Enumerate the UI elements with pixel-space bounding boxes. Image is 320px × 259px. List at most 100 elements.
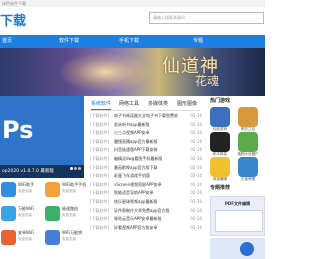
search-input[interactable]: 请输入搜索关键词 xyxy=(149,12,264,24)
wifi-icon xyxy=(45,206,60,221)
news-row[interactable]: [下载软件] 快乐星球视频app最新版 02-16 xyxy=(88,198,202,207)
news-row[interactable]: [下载软件] 幽精灵dwg看图手机最新版 02-16 xyxy=(88,155,202,164)
slide-dot[interactable] xyxy=(74,167,77,170)
news-title[interactable]: 抖音极速版APP下载安装 xyxy=(114,146,178,155)
slide-dot[interactable] xyxy=(70,167,73,170)
news-category[interactable]: [下载软件] xyxy=(90,215,109,224)
news-title[interactable]: 电子书阅读器大全电子书下载免费软件 xyxy=(114,112,178,121)
news-title[interactable]: 好看视频APP官方版安卓 xyxy=(114,224,178,233)
news-row[interactable]: [下载软件] 电子书阅读器大全电子书下载免费软件 02-16 xyxy=(88,112,202,121)
news-row[interactable]: [下载软件] 若米听书app最新版 02-16 xyxy=(88,121,202,130)
news-category[interactable]: [下载软件] xyxy=(90,164,109,173)
soft-name[interactable]: 安卓WiFi xyxy=(18,230,42,236)
soft-item[interactable]: 安卓WiFi 免费安装 xyxy=(0,228,42,248)
game-icon[interactable] xyxy=(238,132,258,152)
nav-item-mobile[interactable]: 手机下载 xyxy=(119,35,139,48)
news-category[interactable]: [下载软件] xyxy=(90,146,109,155)
news-category[interactable]: [下载软件] xyxy=(90,224,109,233)
news-row[interactable]: [下载软件] vScreen视频投屏APP安卓 02-16 xyxy=(88,181,202,190)
soft-name[interactable]: WiFi助手 xyxy=(18,182,42,188)
nav-item-home[interactable]: 首页 xyxy=(2,35,12,48)
news-title[interactable]: 若米听书app最新版 xyxy=(114,121,178,130)
news-row[interactable]: [下载软件] 小三点视频APP安卓 02-16 xyxy=(88,129,202,138)
soft-item[interactable]: WiFi助手 免费安装 xyxy=(0,180,42,200)
soft-name[interactable]: WiFi助手手机 xyxy=(62,182,86,188)
news-date: 02-16 xyxy=(190,207,202,213)
news-row[interactable]: [下载软件] 番茄影视app官方版下载 02-16 xyxy=(88,164,202,173)
news-category[interactable]: [下载软件] xyxy=(90,189,109,198)
soft-name[interactable]: 极速路由 xyxy=(62,206,86,212)
main-nav: 首页 软件下载 手机下载 专题 xyxy=(0,35,265,48)
news-row[interactable]: [下载软件] 咪咕云音乐APP安卓最新版 02-16 xyxy=(88,215,202,224)
game-icon[interactable] xyxy=(210,107,230,127)
game-icon[interactable] xyxy=(238,107,258,127)
news-row[interactable]: [下载软件] 证件照制作大师免费app官方版 02-16 xyxy=(88,207,202,216)
news-category[interactable]: [下载软件] xyxy=(90,207,109,216)
soft-name[interactable]: WiFi万能钥 xyxy=(62,230,86,236)
wifi-icon xyxy=(1,230,16,245)
news-category[interactable]: [下载软件] xyxy=(90,172,109,181)
news-title[interactable]: 幽精灵dwg看图手机最新版 xyxy=(114,155,178,164)
pdf-card-preview xyxy=(215,210,263,232)
featured-slide[interactable]: Ps op2020 v1.0.7.0 最新版 xyxy=(0,96,84,178)
news-date: 02-16 xyxy=(190,164,202,170)
tab-system[interactable]: 系统软件 xyxy=(91,100,112,110)
news-category[interactable]: [下载软件] xyxy=(90,155,109,164)
hot-games-title: 热门游戏 xyxy=(210,98,231,104)
banner-art-text-2: 花魂 xyxy=(195,74,220,88)
tab-multimedia[interactable]: 多媒体类 xyxy=(148,100,168,109)
news-row[interactable]: [下载软件] 魔镜直播app官方最新版 02-16 xyxy=(88,138,202,147)
wifi-icon xyxy=(45,230,60,245)
soft-status: 免费安装 xyxy=(62,189,76,193)
news-title[interactable]: 咪咕云音乐APP安卓最新版 xyxy=(114,215,178,224)
game-label[interactable]: 奇迹暖暖 xyxy=(208,177,232,182)
game-icon[interactable] xyxy=(210,132,230,152)
soft-item[interactable]: WiFi万能钥 免费安装 xyxy=(44,228,86,248)
news-date: 02-16 xyxy=(190,113,202,118)
news-date: 02-16 xyxy=(190,138,202,144)
news-date: 02-16 xyxy=(190,224,202,230)
news-title[interactable]: vScreen视频投屏APP安卓 xyxy=(114,181,178,190)
news-category[interactable]: [下载软件] xyxy=(90,129,109,138)
news-date: 02-16 xyxy=(190,147,202,153)
tab-graphics[interactable]: 图形图像 xyxy=(177,100,197,109)
nav-item-topics[interactable]: 专题 xyxy=(193,35,203,48)
news-category[interactable]: [下载软件] xyxy=(90,198,109,207)
news-date: 02-16 xyxy=(190,190,202,196)
topic-card-2[interactable] xyxy=(210,238,265,259)
banner-glow xyxy=(60,53,150,91)
top-bar: 绿色软件下载 xyxy=(0,0,265,7)
soft-status: 免费安装 xyxy=(18,213,32,217)
news-row[interactable]: [下载软件] 彩蛋飞车游戏手机版 02-16 xyxy=(88,172,202,181)
hero-banner[interactable]: 仙道神 花魂 xyxy=(0,48,265,96)
slide-dot[interactable] xyxy=(78,167,81,170)
news-title[interactable]: 智能语音导航APP安卓 xyxy=(114,189,178,198)
soft-item[interactable]: WiFi助手手机 免费安装 xyxy=(44,180,86,200)
news-title[interactable]: 小三点视频APP安卓 xyxy=(114,129,178,138)
soft-item[interactable]: 万能WiFi 免费安装 xyxy=(0,204,42,224)
news-category[interactable]: [下载软件] xyxy=(90,181,109,190)
game-icon[interactable] xyxy=(210,157,230,177)
news-category[interactable]: [下载软件] xyxy=(90,138,109,147)
game-icon[interactable] xyxy=(238,157,258,177)
news-title[interactable]: 快乐星球视频app最新版 xyxy=(114,198,178,207)
soft-status: 免费安装 xyxy=(18,189,32,193)
news-category[interactable]: [下载软件] xyxy=(90,112,109,121)
site-logo[interactable]: 下载 xyxy=(0,10,26,29)
soft-name[interactable]: 万能WiFi xyxy=(18,206,42,212)
news-row[interactable]: [下载软件] 好看视频APP官方版安卓 02-16 xyxy=(88,224,202,233)
news-title[interactable]: 魔镜直播app官方最新版 xyxy=(114,138,178,147)
news-row[interactable]: [下载软件] 智能语音导航APP安卓 02-16 xyxy=(88,189,202,198)
news-row[interactable]: [下载软件] 抖音极速版APP下载安装 02-16 xyxy=(88,146,202,155)
soft-item[interactable]: 极速路由 免费安装 xyxy=(44,204,86,224)
pdf-topic-card[interactable]: PDF文件编辑 xyxy=(210,196,265,236)
news-category[interactable]: [下载软件] xyxy=(90,121,109,130)
nav-item-software[interactable]: 软件下载 xyxy=(59,35,79,48)
wifi-icon xyxy=(45,182,60,197)
news-title[interactable]: 彩蛋飞车游戏手机版 xyxy=(114,172,178,181)
news-date: 02-16 xyxy=(190,130,202,136)
news-title[interactable]: 番茄影视app官方版下载 xyxy=(114,164,178,173)
game-label[interactable]: 王者荣耀 xyxy=(236,177,260,182)
tab-network[interactable]: 网络工具 xyxy=(119,100,139,109)
news-title[interactable]: 证件照制作大师免费app官方版 xyxy=(114,207,178,216)
